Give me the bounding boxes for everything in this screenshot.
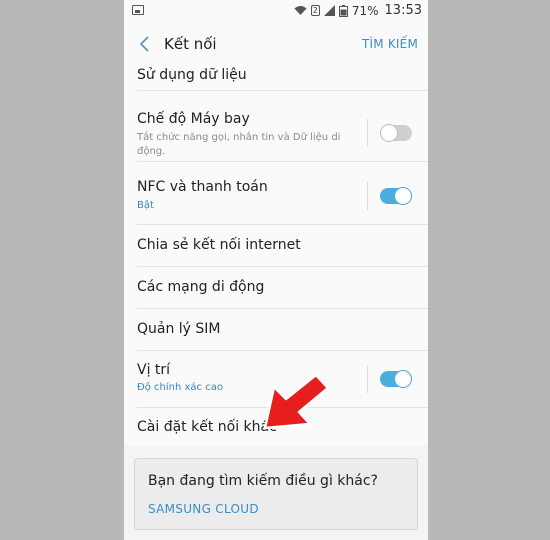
page-title: Kết nối (164, 35, 217, 53)
list-item-label: Các mạng di động (137, 279, 265, 295)
separator (367, 182, 368, 210)
back-arrow-icon[interactable] (138, 35, 152, 53)
app-bar: Kết nối TÌM KIẾM (124, 22, 428, 68)
list-item-label: Sử dụng dữ liệu (137, 67, 247, 83)
location-toggle[interactable] (380, 370, 412, 388)
suggestion-card: Bạn đang tìm kiếm điều gì khác? SAMSUNG … (134, 458, 418, 530)
list-item-airplane-mode[interactable]: Chế độ Máy bay Tắt chức năng gọi, nhắn t… (124, 91, 428, 161)
wifi-icon (294, 6, 307, 15)
status-bar: 2 71% 13:53 (124, 0, 428, 22)
battery-icon (338, 4, 348, 17)
list-item-label: Chia sẻ kết nối internet (137, 237, 301, 253)
search-button[interactable]: TÌM KIẾM (362, 37, 418, 51)
list-item-label: Cài đặt kết nối khác (137, 419, 277, 435)
list-item-label: Chế độ Máy bay (137, 111, 250, 127)
gallery-notification-icon (132, 5, 144, 15)
list-item-data-usage[interactable]: Sử dụng dữ liệu (124, 67, 428, 90)
list-item-nfc[interactable]: NFC và thanh toán Bật (124, 162, 428, 224)
data-saver-icon: 2 (310, 5, 320, 16)
list-item-hotspot[interactable]: Chia sẻ kết nối internet (124, 225, 428, 266)
signal-icon (323, 5, 335, 16)
list-item-sim-manager[interactable]: Quản lý SIM (124, 309, 428, 350)
airplane-mode-toggle[interactable] (380, 124, 412, 142)
list-item-subtitle: Tắt chức năng gọi, nhắn tin và Dữ liệu d… (137, 132, 341, 157)
nfc-toggle[interactable] (380, 187, 412, 205)
phone-screen: 2 71% 13:53 Kết nối TÌM KIẾM Sử dụng dữ … (124, 0, 428, 540)
samsung-cloud-link[interactable]: SAMSUNG CLOUD (148, 502, 259, 516)
list-item-mobile-networks[interactable]: Các mạng di động (124, 267, 428, 308)
clock: 13:53 (384, 3, 422, 18)
separator (367, 365, 368, 393)
separator (367, 119, 368, 147)
list-item-label: NFC và thanh toán (137, 179, 268, 195)
list-item-subtitle: Bật (137, 200, 154, 211)
red-pointer-arrow-icon (263, 373, 330, 430)
suggestion-question: Bạn đang tìm kiếm điều gì khác? (148, 473, 378, 489)
list-item-label: Vị trí (137, 362, 171, 378)
list-item-label: Quản lý SIM (137, 321, 221, 337)
battery-percent: 71% (351, 3, 379, 18)
